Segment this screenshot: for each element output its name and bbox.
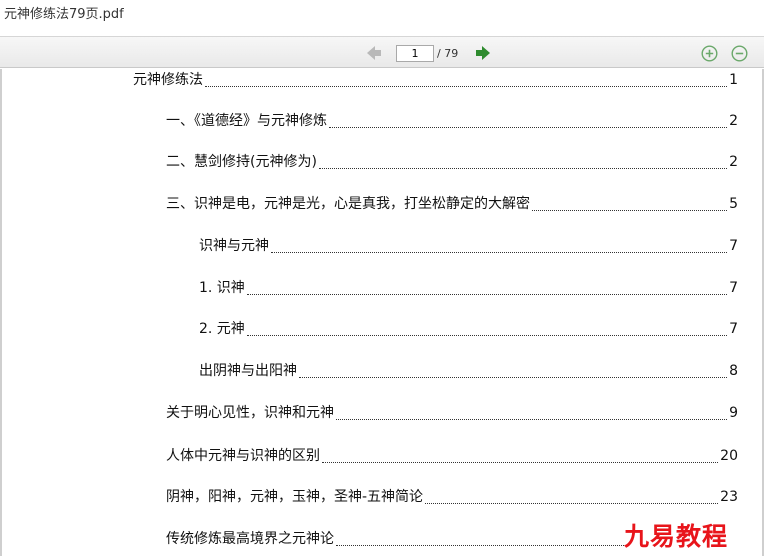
arrow-right-icon[interactable] bbox=[475, 45, 491, 61]
page-number-input[interactable] bbox=[396, 45, 434, 62]
toc-title: 1. 识神 bbox=[199, 280, 245, 296]
pdf-toolbar: / 79 bbox=[0, 36, 764, 68]
toc-leader bbox=[205, 75, 728, 87]
toc-entry[interactable]: 阴神，阳神，元神，玉神，圣神-五神简论 23 bbox=[166, 486, 738, 506]
arrow-left-icon[interactable] bbox=[366, 45, 382, 61]
toc-page: 5 bbox=[729, 196, 738, 212]
toc-entry[interactable]: 出阴神与出阳神 8 bbox=[199, 360, 738, 380]
toc-leader bbox=[246, 324, 728, 336]
toc-title: 元神修练法 bbox=[133, 72, 203, 88]
toc-title: 二、慧剑修持(元神修为) bbox=[166, 154, 317, 170]
toc-leader bbox=[318, 157, 728, 169]
toc-entry[interactable]: 传统修炼最高境界之元神论 bbox=[166, 528, 626, 548]
zoom-in-icon[interactable] bbox=[701, 45, 718, 62]
toc-title: 识神与元神 bbox=[199, 238, 269, 254]
toc-page: 8 bbox=[729, 363, 738, 379]
pdf-page: 元神修练法 1 一、《道德经》与元神修炼 2 二、慧剑修持(元神修为) 2 三、… bbox=[0, 69, 764, 556]
toc-leader bbox=[322, 451, 719, 463]
toc-entry[interactable]: 人体中元神与识神的区别 20 bbox=[166, 445, 738, 465]
toc-page: 2 bbox=[729, 154, 738, 170]
toc-page: 9 bbox=[729, 405, 738, 421]
toc-title: 出阴神与出阳神 bbox=[199, 363, 297, 379]
toc-page: 23 bbox=[720, 489, 738, 505]
zoom-out-icon[interactable] bbox=[731, 45, 748, 62]
toc-entry[interactable]: 2. 元神 7 bbox=[199, 318, 738, 338]
toc-leader bbox=[271, 241, 728, 253]
toc-page: 7 bbox=[729, 321, 738, 337]
toc-leader bbox=[329, 116, 728, 128]
toc-title: 传统修炼最高境界之元神论 bbox=[166, 531, 334, 547]
toc-leader bbox=[299, 366, 728, 378]
toc-entry[interactable]: 二、慧剑修持(元神修为) 2 bbox=[166, 151, 738, 171]
toc-page: 1 bbox=[729, 72, 738, 88]
toc-entry[interactable]: 1. 识神 7 bbox=[199, 277, 738, 297]
page-total: / 79 bbox=[437, 47, 459, 60]
toc-leader bbox=[532, 199, 728, 211]
toc-page: 7 bbox=[729, 280, 738, 296]
toc-leader bbox=[425, 492, 719, 504]
toc-title: 2. 元神 bbox=[199, 321, 245, 337]
toc-entry[interactable]: 关于明心见性，识神和元神 9 bbox=[166, 402, 738, 422]
toc-leader bbox=[336, 534, 624, 546]
toc-title: 人体中元神与识神的区别 bbox=[166, 448, 320, 464]
toc-leader bbox=[336, 408, 728, 420]
toc-entry[interactable]: 识神与元神 7 bbox=[199, 235, 738, 255]
toc-page: 2 bbox=[729, 113, 738, 129]
toc-title: 关于明心见性，识神和元神 bbox=[166, 405, 334, 421]
window-title: 元神修练法79页.pdf bbox=[0, 0, 764, 32]
watermark-logo: 九易教程 bbox=[624, 522, 729, 551]
toc-entry[interactable]: 三、识神是电，元神是光，心是真我，打坐松静定的大解密 5 bbox=[166, 193, 738, 213]
toc-title: 阴神，阳神，元神，玉神，圣神-五神简论 bbox=[166, 489, 424, 505]
toc-page: 20 bbox=[720, 448, 738, 464]
toc-leader bbox=[246, 283, 728, 295]
toc-title: 一、《道德经》与元神修炼 bbox=[166, 113, 327, 129]
toc-entry[interactable]: 元神修练法 1 bbox=[133, 69, 738, 89]
toc-title: 三、识神是电，元神是光，心是真我，打坐松静定的大解密 bbox=[166, 196, 530, 212]
toc-page: 7 bbox=[729, 238, 738, 254]
toc-entry[interactable]: 一、《道德经》与元神修炼 2 bbox=[166, 110, 738, 130]
